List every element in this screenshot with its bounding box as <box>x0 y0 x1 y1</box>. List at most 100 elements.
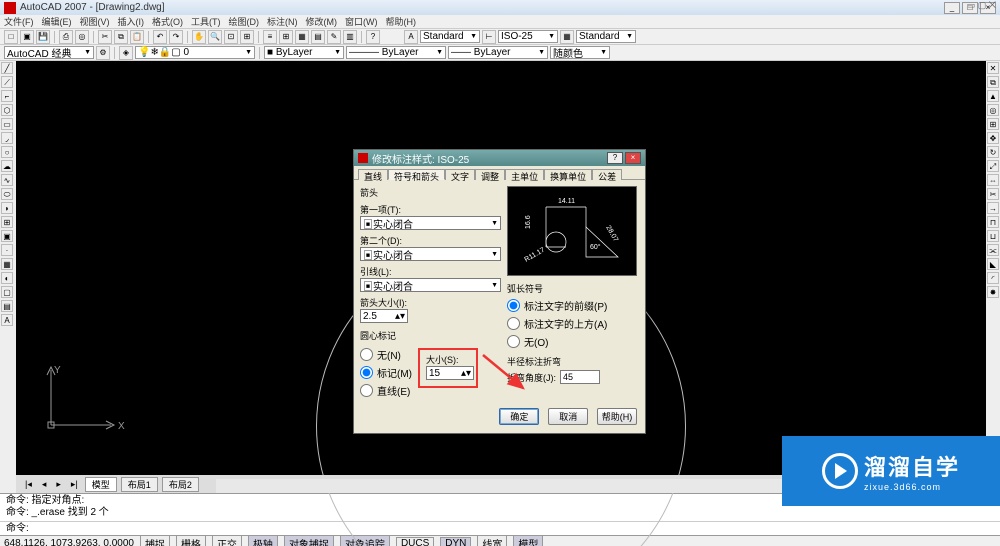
cut-icon[interactable]: ✂ <box>98 30 112 44</box>
dialog-titlebar[interactable]: 修改标注样式: ISO-25 ? × <box>354 150 645 166</box>
workspace-combo[interactable]: AutoCAD 经典▼ <box>4 46 94 59</box>
ok-button[interactable]: 确定 <box>499 408 539 425</box>
calc-icon[interactable]: ▥ <box>343 30 357 44</box>
copy-icon[interactable]: ⧉ <box>114 30 128 44</box>
textstyle-icon[interactable]: A <box>404 30 418 44</box>
menu-window[interactable]: 窗口(W) <box>345 15 378 28</box>
extend-icon[interactable]: → <box>987 202 999 214</box>
join-icon[interactable]: ⫘ <box>987 244 999 256</box>
hatch-icon[interactable]: ▦ <box>1 258 13 270</box>
rotate-icon[interactable]: ↻ <box>987 146 999 158</box>
array-icon[interactable]: ⊞ <box>987 118 999 130</box>
cancel-button[interactable]: 取消 <box>548 408 588 425</box>
table-icon[interactable]: ▤ <box>1 300 13 312</box>
tab-fit[interactable]: 调整 <box>475 169 505 180</box>
tab-nav-next[interactable]: ▸ <box>53 479 64 490</box>
new-icon[interactable]: □ <box>4 30 18 44</box>
tab-lines[interactable]: 直线 <box>358 169 388 180</box>
tool-palette-icon[interactable]: ▦ <box>295 30 309 44</box>
markup-icon[interactable]: ✎ <box>327 30 341 44</box>
menu-edit[interactable]: 编辑(E) <box>42 15 72 28</box>
help-button[interactable]: 帮助(H) <box>597 408 637 425</box>
lineweight-combo[interactable]: —— ByLayer▼ <box>448 46 548 59</box>
jog-angle-input[interactable] <box>560 370 600 384</box>
arc-above-radio[interactable]: 标注文字的上方(A) <box>507 316 639 331</box>
break-at-icon[interactable]: ⊓ <box>987 216 999 228</box>
tab-nav-prev[interactable]: ◂ <box>39 479 50 490</box>
fillet-icon[interactable]: ◜ <box>987 272 999 284</box>
insert-block-icon[interactable]: ⊞ <box>1 216 13 228</box>
dimstyle-icon[interactable]: ⊢ <box>482 30 496 44</box>
properties-icon[interactable]: ≡ <box>263 30 277 44</box>
dialog-help-button[interactable]: ? <box>607 152 623 164</box>
save-icon[interactable]: 💾 <box>36 30 50 44</box>
pline-icon[interactable]: ⌐ <box>1 90 13 102</box>
snap-toggle[interactable]: 捕捉 <box>140 535 170 546</box>
make-block-icon[interactable]: ▣ <box>1 230 13 242</box>
mirror-icon[interactable]: ▲ <box>987 90 999 102</box>
undo-icon[interactable]: ↶ <box>153 30 167 44</box>
center-size-spinner[interactable]: 15▴▾ <box>426 366 474 380</box>
pan-icon[interactable]: ✋ <box>192 30 206 44</box>
stretch-icon[interactable]: ⇔ <box>987 174 999 186</box>
menu-help[interactable]: 帮助(H) <box>386 15 417 28</box>
erase-icon[interactable]: ✕ <box>987 62 999 74</box>
menu-modify[interactable]: 修改(M) <box>306 15 338 28</box>
design-center-icon[interactable]: ⊞ <box>279 30 293 44</box>
tab-layout1[interactable]: 布局1 <box>121 477 158 492</box>
tab-alternate[interactable]: 换算单位 <box>544 169 592 180</box>
rectangle-icon[interactable]: ▭ <box>1 118 13 130</box>
tablestyle-icon[interactable]: ▦ <box>560 30 574 44</box>
zoom-window-icon[interactable]: ⊡ <box>224 30 238 44</box>
menu-dimension[interactable]: 标注(N) <box>267 15 298 28</box>
chamfer-icon[interactable]: ◣ <box>987 258 999 270</box>
revcloud-icon[interactable]: ☁ <box>1 160 13 172</box>
first-arrow-combo[interactable]: ▣实心闭合▼ <box>360 216 501 230</box>
polygon-icon[interactable]: ⬡ <box>1 104 13 116</box>
center-mark-radio[interactable]: 标记(M) <box>360 365 412 380</box>
arc-before-radio[interactable]: 标注文字的前缀(P) <box>507 298 639 313</box>
line-icon[interactable]: ╱ <box>1 62 13 74</box>
leader-arrow-combo[interactable]: ▣实心闭合▼ <box>360 278 501 292</box>
xline-icon[interactable]: ⟋ <box>1 76 13 88</box>
grid-toggle[interactable]: 栅格 <box>176 535 206 546</box>
aux-window-buttons[interactable]: ▭ ▢ ⨉ <box>967 0 996 11</box>
scale-icon[interactable]: ⤢ <box>987 160 999 172</box>
circle-icon[interactable]: ○ <box>1 146 13 158</box>
preview-icon[interactable]: ◎ <box>75 30 89 44</box>
layer-icon[interactable]: ◈ <box>119 46 133 60</box>
dialog-close-button[interactable]: × <box>625 152 641 164</box>
spline-icon[interactable]: ∿ <box>1 174 13 186</box>
print-icon[interactable]: ⎙ <box>59 30 73 44</box>
redo-icon[interactable]: ↷ <box>169 30 183 44</box>
tab-layout2[interactable]: 布局2 <box>162 477 199 492</box>
menu-tools[interactable]: 工具(T) <box>191 15 221 28</box>
ellipse-icon[interactable]: ⬭ <box>1 188 13 200</box>
osnap-toggle[interactable]: 对象捕捉 <box>284 535 334 546</box>
center-none-radio[interactable]: 无(N) <box>360 347 412 362</box>
menu-file[interactable]: 文件(F) <box>4 15 34 28</box>
offset-icon[interactable]: ◎ <box>987 104 999 116</box>
copy-obj-icon[interactable]: ⧉ <box>987 76 999 88</box>
break-icon[interactable]: ⊔ <box>987 230 999 242</box>
gradient-icon[interactable]: ◐ <box>1 272 13 284</box>
arrow-size-spinner[interactable]: 2.5▴▾ <box>360 309 408 323</box>
tab-model[interactable]: 模型 <box>85 477 117 492</box>
arc-none-radio[interactable]: 无(O) <box>507 334 639 349</box>
ortho-toggle[interactable]: 正交 <box>212 535 242 546</box>
zoom-icon[interactable]: 🔍 <box>208 30 222 44</box>
tab-primary[interactable]: 主单位 <box>505 169 544 180</box>
polar-toggle[interactable]: 极轴 <box>248 535 278 546</box>
trim-icon[interactable]: ✂ <box>987 188 999 200</box>
textstyle-combo[interactable]: Standard▼ <box>420 30 480 43</box>
linetype-combo[interactable]: ——— ByLayer▼ <box>346 46 446 59</box>
tab-nav-first[interactable]: |◂ <box>22 479 35 490</box>
color-combo[interactable]: ■ ByLayer▼ <box>264 46 344 59</box>
workspace-settings-icon[interactable]: ⚙ <box>96 46 110 60</box>
tab-tolerance[interactable]: 公差 <box>592 169 622 180</box>
ellipse-arc-icon[interactable]: ◗ <box>1 202 13 214</box>
open-icon[interactable]: ▣ <box>20 30 34 44</box>
mtext-icon[interactable]: A <box>1 314 13 326</box>
layer-combo[interactable]: 💡❄🔒▢ 0▼ <box>135 46 255 59</box>
tab-text[interactable]: 文字 <box>445 169 475 180</box>
